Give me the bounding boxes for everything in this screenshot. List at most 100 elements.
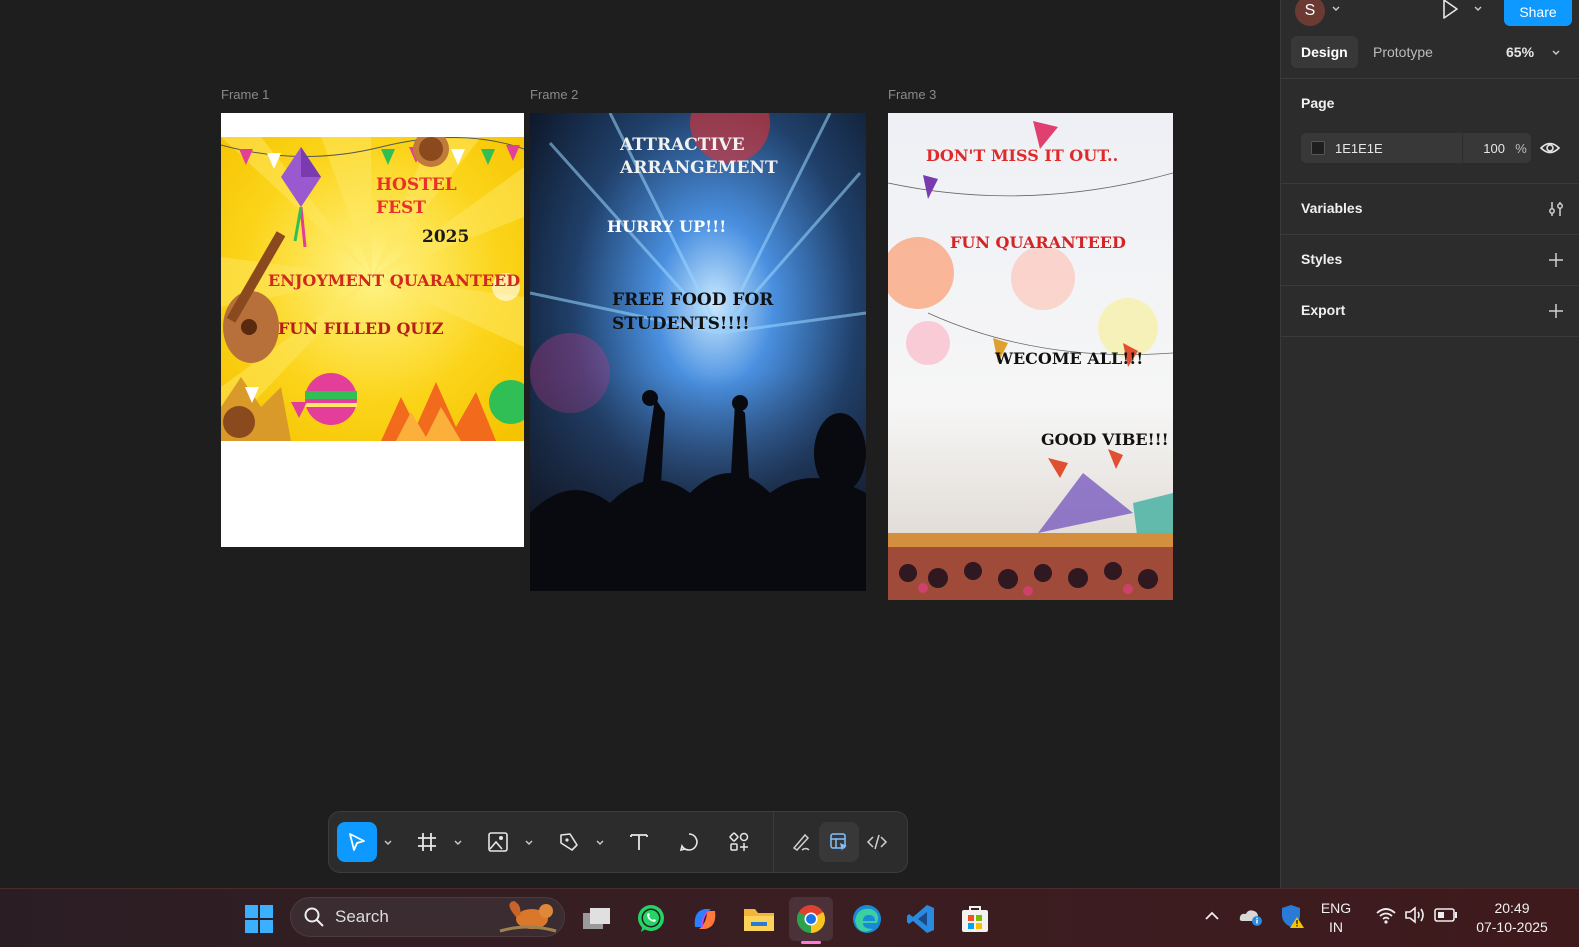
pen-tool-button[interactable] xyxy=(549,822,589,862)
pen-tool-chevron-icon[interactable] xyxy=(595,838,605,848)
folder-icon xyxy=(744,909,774,931)
styles-section-title[interactable]: Styles xyxy=(1301,251,1342,267)
vscode-icon xyxy=(907,905,934,933)
move-tool-button[interactable] xyxy=(337,822,377,862)
tab-prototype[interactable]: Prototype xyxy=(1363,36,1443,68)
user-avatar[interactable]: S xyxy=(1295,0,1325,26)
vscode-button[interactable] xyxy=(899,897,943,941)
security-shield-warning-icon[interactable] xyxy=(1279,903,1305,929)
tab-design[interactable]: Design xyxy=(1291,36,1358,68)
comment-tool-button[interactable] xyxy=(669,822,709,862)
volume-icon[interactable] xyxy=(1404,905,1426,925)
page-opacity-value[interactable]: 100 xyxy=(1463,141,1511,156)
frame-3[interactable]: DON'T MISS IT OUT.. FUN QUARANTEED WECOM… xyxy=(888,113,1173,600)
squirrel-illustration-icon xyxy=(499,901,557,933)
toolbar-separator xyxy=(773,812,774,872)
poster-3-line3: WECOME ALL!!! xyxy=(995,349,1144,368)
poster-2-line3: HURRY UP!!! xyxy=(607,217,727,236)
page-section-title: Page xyxy=(1301,95,1335,111)
page-color-swatch[interactable] xyxy=(1311,141,1325,155)
chrome-button[interactable] xyxy=(789,897,833,944)
hash-frame-icon xyxy=(418,833,436,851)
present-play-icon[interactable] xyxy=(1439,0,1461,20)
opacity-percent-sign: % xyxy=(1515,140,1527,156)
poster-1-title-line2: FEST xyxy=(376,198,426,218)
language-indicator[interactable]: ENG IN xyxy=(1316,899,1356,937)
present-chevron-down-icon[interactable] xyxy=(1473,4,1483,14)
clock[interactable]: 20:49 07-10-2025 xyxy=(1466,899,1558,937)
frame-2[interactable]: ATTRACTIVE ARRANGEMENT HURRY UP!!! FREE … xyxy=(530,113,866,591)
poster-1-line4: FUN FILLED QUIZ xyxy=(278,319,444,338)
chrome-active-indicator xyxy=(801,941,821,944)
frame-3-label[interactable]: Frame 3 xyxy=(888,87,936,102)
frame-1[interactable]: HOSTEL FEST 2025 ENJOYMENT QUARANTEED FU… xyxy=(221,113,524,547)
poster-1-title-line1: HOSTEL xyxy=(376,175,457,195)
zoom-level[interactable]: 65% xyxy=(1506,44,1534,60)
clock-date: 07-10-2025 xyxy=(1476,919,1548,935)
share-button[interactable]: Share xyxy=(1504,0,1572,26)
chrome-icon xyxy=(797,905,825,933)
image-tool-chevron-icon[interactable] xyxy=(524,838,534,848)
draw-mode-button[interactable] xyxy=(781,822,821,862)
windows-taskbar: Search ENG IN 20:49 07-10-2025 xyxy=(0,888,1579,947)
poster-3-line2: FUN QUARANTEED xyxy=(950,233,1126,252)
poster-2-line1: ATTRACTIVE xyxy=(620,135,745,155)
poster-3-line1: DON'T MISS IT OUT.. xyxy=(926,146,1119,165)
wifi-icon[interactable] xyxy=(1375,905,1397,925)
copilot-button[interactable] xyxy=(683,897,727,941)
sliders-icon[interactable] xyxy=(1547,200,1565,218)
move-tool-chevron-icon[interactable] xyxy=(383,838,393,848)
design-mode-button[interactable] xyxy=(819,822,859,862)
whatsapp-button[interactable] xyxy=(629,897,673,941)
bottom-toolbar xyxy=(328,811,908,873)
microsoft-store-button[interactable] xyxy=(953,897,997,941)
variables-section-title[interactable]: Variables xyxy=(1301,200,1363,216)
panel-divider xyxy=(1281,78,1579,79)
battery-icon[interactable] xyxy=(1434,907,1458,923)
poster-1-line3: ENJOYMENT QUARANTEED xyxy=(268,271,521,290)
panel-divider xyxy=(1281,336,1579,337)
eye-icon[interactable] xyxy=(1539,138,1561,158)
search-icon xyxy=(304,907,324,927)
actions-tool-button[interactable] xyxy=(719,822,759,862)
start-button[interactable] xyxy=(237,897,281,941)
add-style-plus-icon[interactable] xyxy=(1547,251,1565,269)
frame-1-label[interactable]: Frame 1 xyxy=(221,87,269,102)
poster-2-line2: ARRANGEMENT xyxy=(620,158,778,178)
page-fill-hex[interactable]: 1E1E1E xyxy=(1335,141,1383,156)
frame-tool-button[interactable] xyxy=(407,822,447,862)
zoom-chevron-down-icon[interactable] xyxy=(1551,48,1561,58)
page-fill-row: 1E1E1E 100 % xyxy=(1301,133,1531,163)
dev-mode-button[interactable] xyxy=(857,822,897,862)
copilot-icon xyxy=(694,909,716,929)
edge-button[interactable] xyxy=(845,897,889,941)
components-plus-icon xyxy=(729,832,749,851)
poster-2-line5: STUDENTS!!!! xyxy=(612,314,750,334)
language-region: IN xyxy=(1329,919,1343,935)
panel-divider xyxy=(1281,234,1579,235)
cursor-icon xyxy=(349,833,365,851)
export-section-title[interactable]: Export xyxy=(1301,302,1345,318)
onedrive-info-icon[interactable] xyxy=(1238,905,1264,927)
frame-tool-chevron-icon[interactable] xyxy=(453,838,463,848)
task-view-icon xyxy=(583,908,610,929)
canvas[interactable]: Frame 1 Frame 2 Frame 3 HOSTEL FEST 2025… xyxy=(0,0,1548,888)
properties-panel: S Share Design Prototype 65% Page 1E1E1E… xyxy=(1280,0,1579,888)
pen-icon xyxy=(560,833,578,851)
text-tool-button[interactable] xyxy=(619,822,659,862)
design-mode-icon xyxy=(830,833,847,851)
panel-divider xyxy=(1281,183,1579,184)
image-tool-button[interactable] xyxy=(478,822,518,862)
avatar-chevron-down-icon[interactable] xyxy=(1331,4,1341,14)
tray-chevron-up-icon[interactable] xyxy=(1203,909,1221,923)
whatsapp-icon xyxy=(638,905,664,932)
task-view-button[interactable] xyxy=(575,897,619,941)
frame-2-label[interactable]: Frame 2 xyxy=(530,87,578,102)
file-explorer-button[interactable] xyxy=(737,897,781,941)
taskbar-search[interactable]: Search xyxy=(290,897,565,937)
poster-2-image xyxy=(530,113,866,591)
store-icon xyxy=(962,906,988,932)
code-icon xyxy=(866,834,888,850)
image-icon xyxy=(488,832,508,852)
add-export-plus-icon[interactable] xyxy=(1547,302,1565,320)
